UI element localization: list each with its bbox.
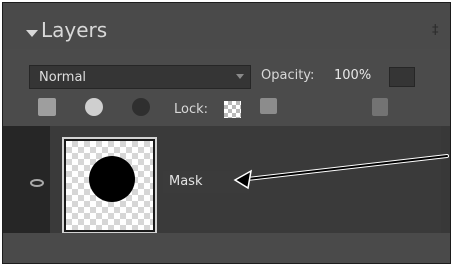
adjustment-layer-icon[interactable]	[85, 98, 103, 116]
opacity-value[interactable]: 100%	[334, 68, 371, 83]
blend-mode-value: Normal	[39, 70, 87, 85]
chevron-down-icon	[236, 74, 244, 79]
layers-list: Mask	[3, 126, 450, 234]
layer-row[interactable]: Mask	[50, 126, 442, 234]
layer-thumbnail[interactable]	[62, 137, 157, 234]
visibility-column	[3, 126, 50, 233]
layer-name: Mask	[169, 174, 203, 189]
scrollbar[interactable]	[441, 126, 450, 233]
collapse-triangle-icon[interactable]	[26, 30, 38, 37]
trash-icon[interactable]	[372, 98, 388, 116]
panel-bottom	[3, 233, 450, 263]
lock-label: Lock:	[174, 102, 209, 117]
opacity-label: Opacity:	[261, 68, 315, 83]
link-layers-icon[interactable]	[132, 98, 150, 116]
panel-menu-icon[interactable]: ‡	[432, 23, 439, 38]
lock-all-icon[interactable]	[260, 98, 277, 114]
panel-title: Layers	[41, 18, 108, 42]
layers-panel: Layers ‡ Normal Opacity: 100% Lock: Mask	[2, 2, 451, 264]
mask-shape	[89, 156, 135, 202]
panel-header: Layers ‡	[3, 3, 450, 49]
blend-mode-dropdown[interactable]: Normal	[29, 65, 251, 89]
transparency-checker	[66, 141, 153, 230]
opacity-slider-button[interactable]	[389, 67, 415, 87]
lock-transparency-icon[interactable]	[224, 101, 241, 118]
eye-icon[interactable]	[30, 179, 44, 187]
new-layer-icon[interactable]	[38, 98, 56, 116]
layer-name-box[interactable]: Mask	[163, 171, 249, 193]
